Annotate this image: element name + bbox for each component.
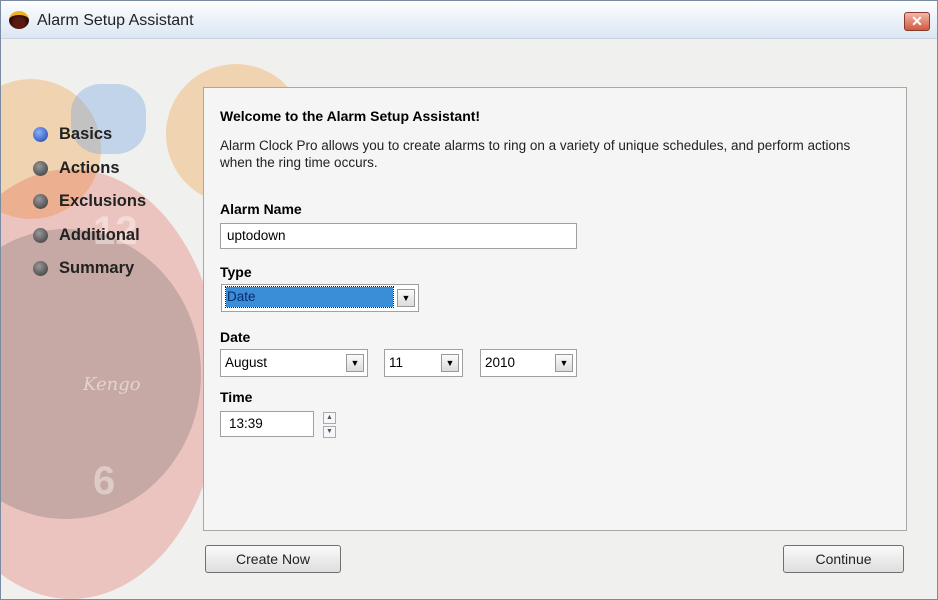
type-select-value: Date (225, 286, 394, 308)
step-dot-icon (33, 160, 48, 176)
step-dot-icon (33, 194, 48, 210)
month-select[interactable]: August ▼ (220, 349, 368, 377)
window-title: Alarm Setup Assistant (37, 12, 194, 29)
step-label: Basics (59, 125, 113, 144)
step-summary[interactable]: Summary (33, 252, 146, 286)
alarm-name-input[interactable]: uptodown (220, 223, 577, 249)
time-increment-up-icon[interactable]: ▲ (323, 412, 336, 424)
type-select[interactable]: Date ▼ (221, 284, 419, 312)
step-actions[interactable]: Actions (33, 152, 146, 186)
year-select[interactable]: 2010 ▼ (480, 349, 577, 377)
day-select-value: 11 (389, 355, 404, 370)
month-select-value: August (225, 355, 268, 370)
day-select[interactable]: 11 ▼ (384, 349, 463, 377)
clock-numeral-6: 6 (93, 459, 116, 503)
step-label: Summary (59, 259, 135, 278)
year-select-value: 2010 (485, 355, 516, 370)
alarm-name-label: Alarm Name (220, 201, 302, 217)
watermark-logo: Kengo (83, 374, 141, 395)
step-basics[interactable]: Basics (33, 118, 146, 152)
intro-text: Alarm Clock Pro allows you to create ala… (220, 138, 851, 170)
chevron-down-icon[interactable]: ▼ (397, 289, 415, 307)
step-exclusions[interactable]: Exclusions (33, 185, 146, 219)
step-additional[interactable]: Additional (33, 219, 146, 253)
chevron-down-icon[interactable]: ▼ (441, 354, 459, 372)
create-now-button[interactable]: Create Now (205, 545, 341, 573)
date-label: Date (220, 329, 251, 345)
step-label: Actions (59, 158, 120, 177)
wizard-steps: Basics Actions Exclusions Additional Sum… (33, 118, 146, 286)
step-dot-icon (33, 227, 48, 243)
basics-panel: Welcome to the Alarm Setup Assistant! Al… (203, 87, 907, 531)
panel-heading: Welcome to the Alarm Setup Assistant! (220, 108, 481, 124)
step-label: Exclusions (59, 192, 147, 211)
chevron-down-icon[interactable]: ▼ (555, 354, 573, 372)
time-label: Time (220, 389, 253, 405)
alarm-setup-window: Alarm Setup Assistant ✕ 12 6 Kengo Basic… (0, 0, 938, 600)
alarm-clock-app-icon (9, 11, 29, 29)
time-input[interactable]: 13:39 (220, 411, 314, 437)
title-bar: Alarm Setup Assistant ✕ (1, 1, 937, 39)
time-decrement-down-icon[interactable]: ▼ (323, 426, 336, 438)
step-label: Additional (59, 225, 140, 244)
chevron-down-icon[interactable]: ▼ (346, 354, 364, 372)
type-label: Type (220, 264, 252, 280)
step-active-dot-icon (33, 127, 48, 143)
close-button[interactable]: ✕ (904, 12, 930, 31)
continue-button[interactable]: Continue (783, 545, 904, 573)
step-dot-icon (33, 261, 48, 277)
